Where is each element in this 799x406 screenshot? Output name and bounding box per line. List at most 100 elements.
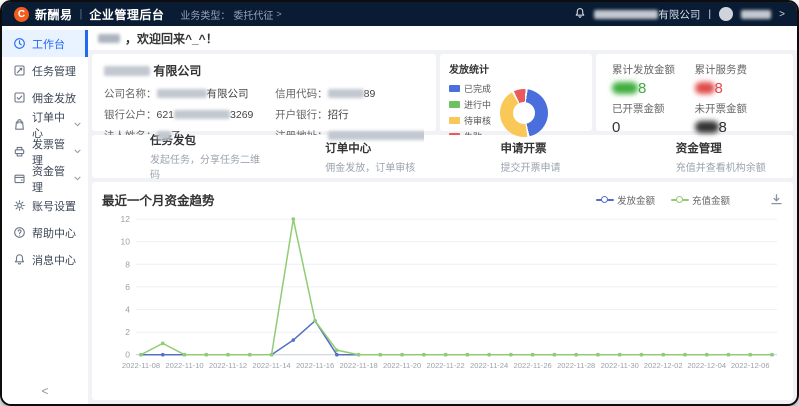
quick-link-title: 资金管理: [676, 140, 793, 156]
company-field: 开户银行：招行: [275, 107, 424, 122]
quick-link[interactable]: 订单中心佣金发放，订单审核: [267, 140, 442, 174]
quick-link[interactable]: 任务发包发起任务，分享任务二维码: [92, 132, 267, 181]
summary-value: 0: [612, 119, 695, 136]
summary-item: 累计服务费 8: [695, 62, 778, 97]
donut-legend: 已完成进行中待审核失败: [449, 82, 491, 143]
company-field: 银行公户：6213269: [104, 107, 275, 122]
svg-text:10: 10: [121, 237, 131, 247]
svg-text:2022-11-08: 2022-11-08: [122, 361, 160, 370]
svg-text:2022-11-26: 2022-11-26: [514, 361, 552, 370]
summary-label: 未开票金额: [695, 101, 778, 116]
notification-bell-icon[interactable]: [574, 7, 586, 22]
distribution-stats-card: 发放统计 已完成进行中待审核失败: [440, 54, 592, 131]
sidebar-item-label: 任务管理: [32, 63, 76, 79]
svg-text:8: 8: [125, 259, 130, 269]
business-type-value: 委托代征: [233, 7, 273, 22]
company-field: 信用代码：89: [275, 86, 424, 101]
quick-link-desc: 充值并查看机构余额: [676, 159, 793, 174]
sidebar-item-label: 资金管理: [32, 163, 74, 195]
svg-text:6: 6: [125, 282, 130, 292]
summary-item: 已开票金额 0: [612, 101, 695, 136]
chart-title: 最近一个月资金趋势: [102, 190, 215, 209]
quick-link-desc: 发起任务，分享任务二维码: [150, 151, 267, 181]
summary-value: 8: [695, 119, 778, 136]
svg-text:2022-11-28: 2022-11-28: [557, 361, 595, 370]
redacted-company-title: [104, 66, 150, 76]
quick-link[interactable]: 申请开票提交开票申请: [443, 140, 618, 174]
summary-value: 8: [695, 80, 778, 97]
line-chart: 0246810122022-11-082022-11-102022-11-122…: [102, 211, 783, 379]
chevron-down-icon: [74, 149, 81, 154]
chart-legend-item[interactable]: 充值金额: [671, 193, 730, 207]
line-marker-icon: [596, 196, 614, 204]
sidebar-item-commission[interactable]: 佣金发放: [2, 84, 88, 111]
main-area: ，欢迎回来^_^！ 有限公司 公司名称：有限公司信用代码：89银行公户：6213…: [88, 26, 797, 404]
sidebar-item-label: 工作台: [32, 36, 65, 52]
business-type-label: 业务类型：: [180, 7, 230, 22]
distribution-stats-title: 发放统计: [449, 61, 583, 76]
summary-item: 累计发放金额8: [612, 62, 695, 97]
header-right: 有限公司 | >: [574, 7, 785, 22]
sidebar-item-task[interactable]: 任务管理: [2, 57, 88, 84]
header-user-divider: |: [708, 8, 711, 20]
user-avatar[interactable]: [719, 7, 733, 21]
chevron-right-icon: >: [276, 9, 281, 19]
sidebar-item-label: 帮助中心: [32, 225, 76, 241]
legend-swatch: [449, 101, 460, 108]
business-type-selector[interactable]: 业务类型： 委托代征 >: [180, 7, 281, 22]
sidebar-item-funds[interactable]: 资金管理: [2, 165, 88, 192]
user-menu-chevron-icon[interactable]: >: [779, 9, 785, 20]
app-title: 企业管理后台: [89, 6, 164, 23]
sidebar-item-label: 账号设置: [32, 198, 76, 214]
chart-legend: 发放金额 充值金额: [596, 193, 730, 207]
sidebar-item-workbench[interactable]: 工作台: [2, 30, 88, 57]
svg-text:12: 12: [121, 214, 131, 224]
order-icon: [13, 118, 26, 131]
task-icon: [13, 64, 26, 77]
line-marker-icon: [671, 196, 689, 204]
sidebar-item-message[interactable]: 消息中心: [2, 246, 88, 273]
chart-legend-item[interactable]: 发放金额: [596, 193, 655, 207]
app-window: C 新酬易 | 企业管理后台 业务类型： 委托代征 > 有限公司 | > 工作台…: [0, 0, 799, 406]
summary-label: 已开票金额: [612, 101, 695, 116]
sidebar-item-settings[interactable]: 账号设置: [2, 192, 88, 219]
sidebar-item-order[interactable]: 订单中心: [2, 111, 88, 138]
svg-text:2022-11-20: 2022-11-20: [383, 361, 421, 370]
amount-summary-card: 累计发放金额8累计服务费8已开票金额0未开票金额8: [596, 54, 793, 131]
legend-item: 进行中: [449, 98, 491, 111]
help-icon: [13, 226, 26, 239]
legend-swatch: [449, 85, 460, 92]
svg-text:2022-11-22: 2022-11-22: [427, 361, 465, 370]
chevron-down-icon: [74, 122, 81, 127]
company-title: 有限公司: [104, 62, 424, 79]
sidebar-item-invoice[interactable]: 发票管理: [2, 138, 88, 165]
sidebar-item-help[interactable]: 帮助中心: [2, 219, 88, 246]
invoice-icon: [13, 145, 26, 158]
quick-link[interactable]: 资金管理充值并查看机构余额: [618, 140, 793, 174]
sidebar-menu: 工作台任务管理佣金发放订单中心发票管理资金管理账号设置帮助中心消息中心: [2, 30, 88, 378]
summary-label: 累计服务费: [695, 62, 778, 77]
header-divider: |: [80, 8, 83, 20]
funds-icon: [13, 172, 26, 185]
svg-text:2: 2: [125, 327, 130, 337]
header-left: C 新酬易 | 企业管理后台 业务类型： 委托代征 >: [14, 6, 282, 23]
donut-chart: [500, 89, 548, 137]
svg-text:4: 4: [125, 304, 130, 314]
redacted-user-name: [741, 10, 771, 19]
svg-text:2022-12-02: 2022-12-02: [644, 361, 683, 370]
quick-links-card: 任务发包发起任务，分享任务二维码订单中心佣金发放，订单审核申请开票提交开票申请资…: [92, 135, 793, 178]
svg-text:2022-11-12: 2022-11-12: [209, 361, 247, 370]
company-info-card: 有限公司 公司名称：有限公司信用代码：89银行公户：6213269开户银行：招行…: [92, 54, 436, 131]
download-icon[interactable]: [770, 193, 783, 206]
brand-logo-icon: C: [14, 7, 29, 22]
welcome-bar: ，欢迎回来^_^！: [88, 26, 797, 50]
sidebar-collapse-button[interactable]: <: [2, 378, 88, 404]
svg-text:2022-11-18: 2022-11-18: [339, 361, 377, 370]
workbench-icon: [13, 37, 26, 50]
header-company: 有限公司: [594, 7, 700, 22]
quick-link-desc: 佣金发放，订单审核: [325, 159, 442, 174]
company-field: 公司名称：有限公司: [104, 86, 275, 101]
quick-link-title: 申请开票: [501, 140, 618, 156]
sidebar-item-label: 消息中心: [32, 252, 76, 268]
trend-chart-card: 最近一个月资金趋势 发放金额充值金额 0246810122022-11-0820…: [92, 182, 793, 400]
